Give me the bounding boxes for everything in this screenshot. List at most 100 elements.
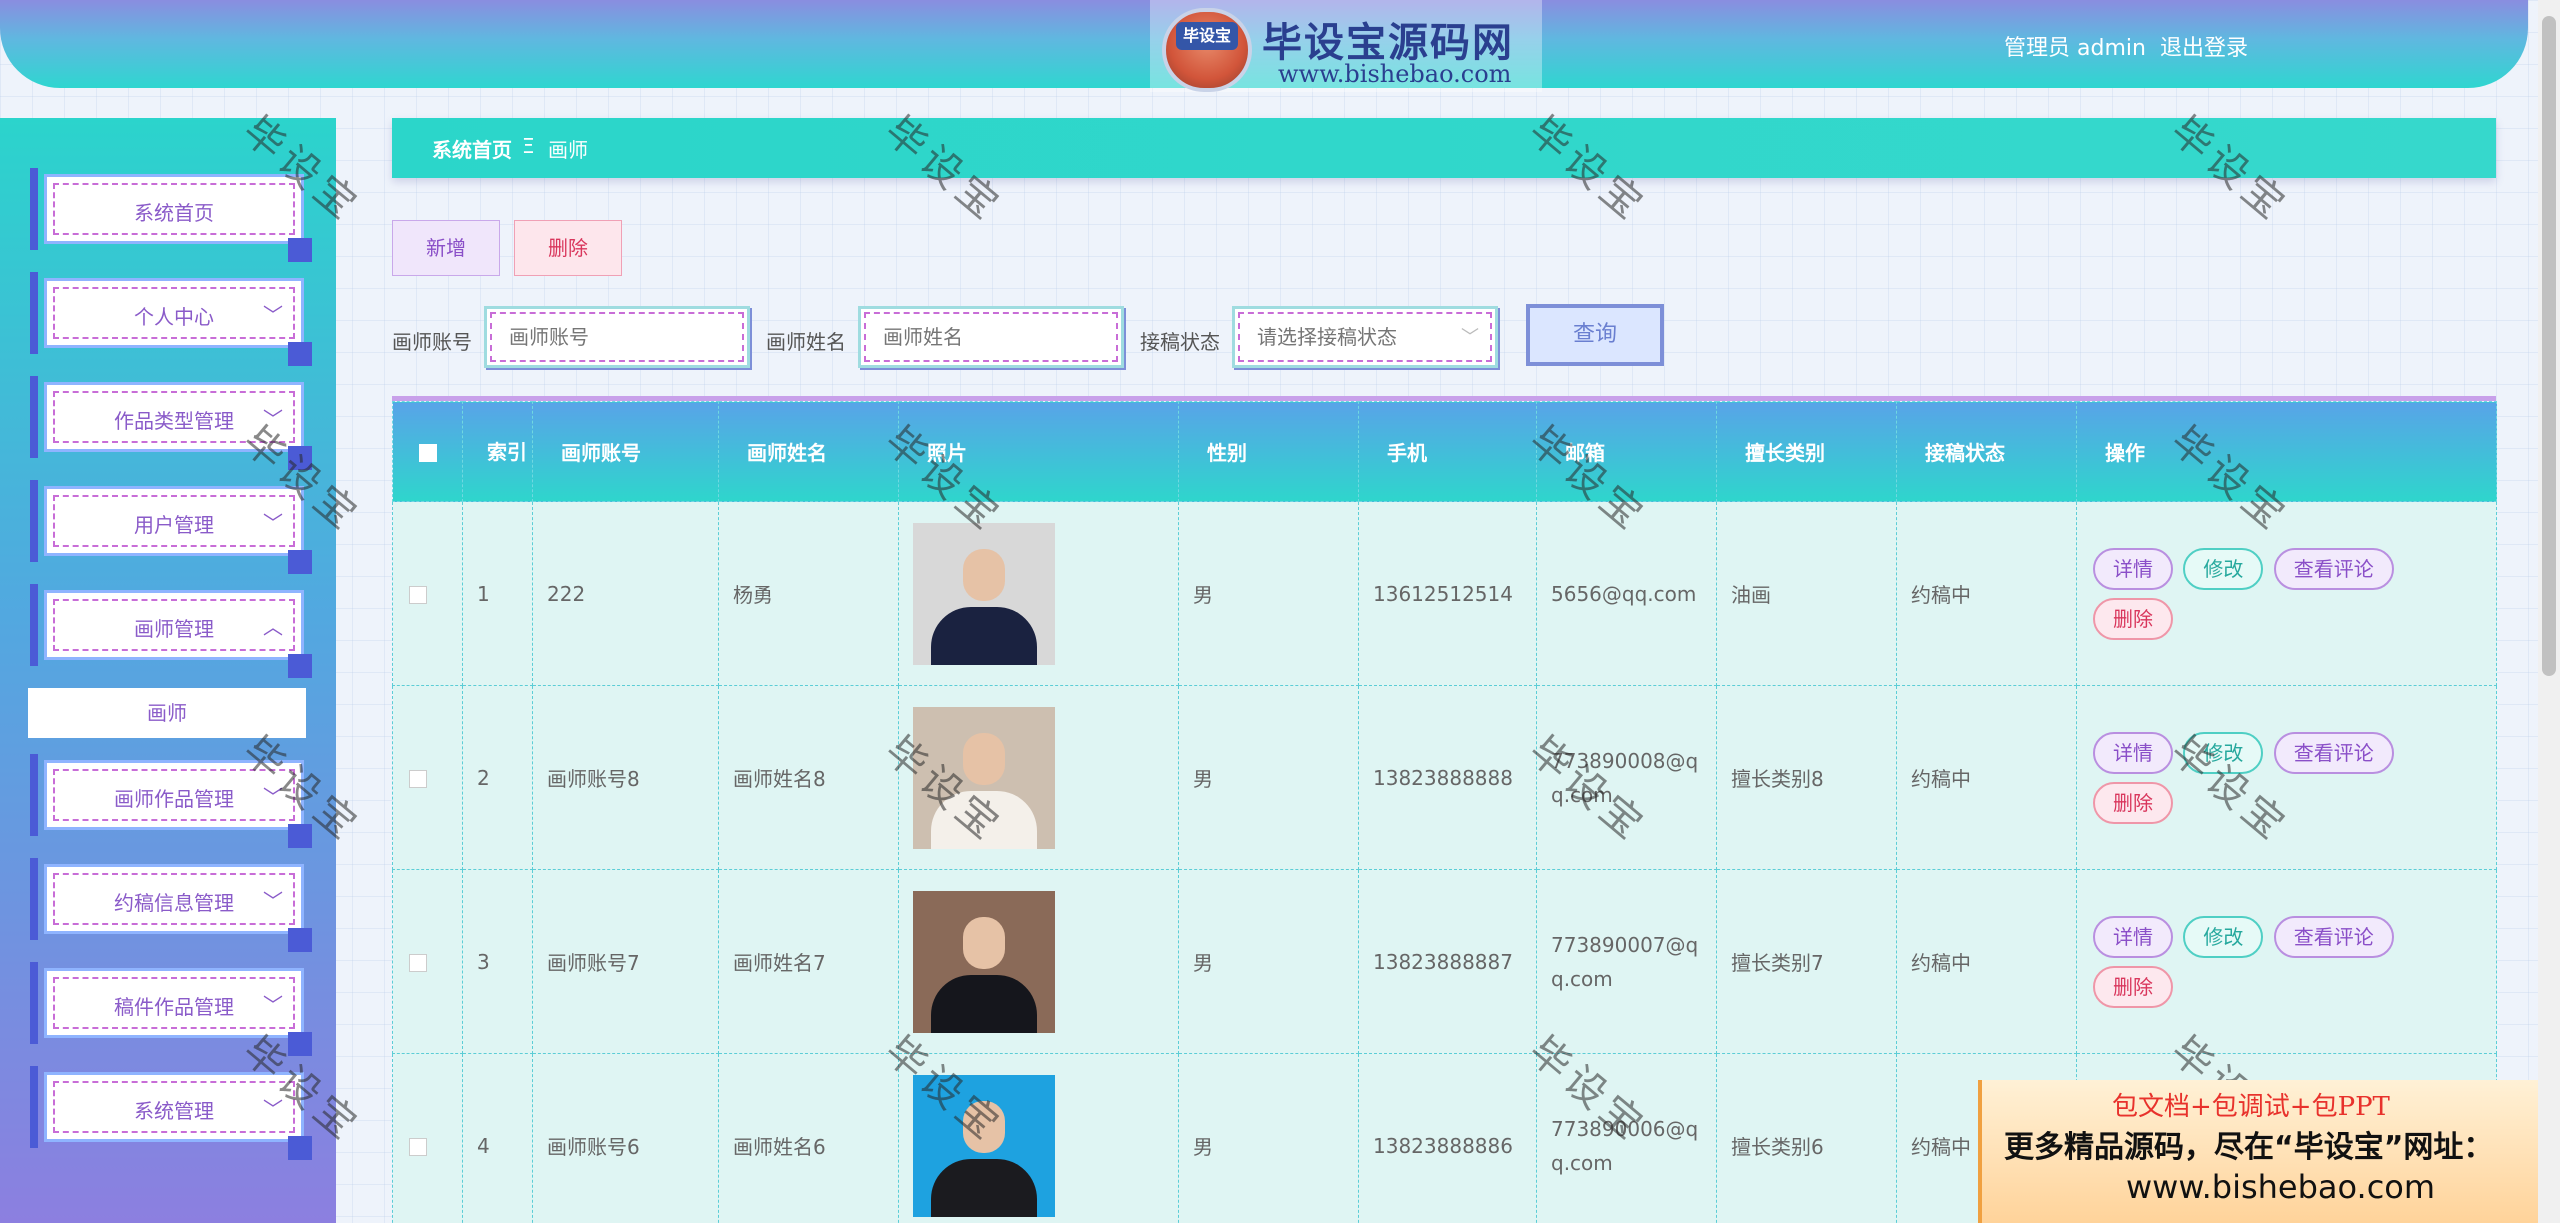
status-select[interactable]: ﹀: [1232, 306, 1498, 368]
cell-gender: 男: [1178, 501, 1359, 686]
cell-index: 2: [462, 685, 533, 870]
submenu-painter[interactable]: 画师: [28, 688, 306, 738]
chevron-down-icon: ﹀: [263, 303, 283, 327]
col-actions: 操作: [2076, 401, 2497, 502]
chevron-up-icon: ︿: [263, 615, 283, 639]
cell-gender: 男: [1178, 1053, 1359, 1223]
sidebar-item-personal-center[interactable]: 个人中心 ﹀: [30, 272, 312, 366]
painter-photo: [913, 890, 1055, 1033]
cell-actions: 详情 修改 查看评论 删除: [2076, 685, 2497, 870]
detail-button[interactable]: 详情: [2093, 915, 2173, 958]
cell-email: 5656@qq.com: [1536, 501, 1717, 686]
cell-name: 画师姓名8: [718, 685, 899, 870]
detail-button[interactable]: 详情: [2093, 731, 2173, 774]
chevron-down-icon: ﹀: [263, 785, 283, 809]
delete-button[interactable]: 删除: [514, 220, 622, 276]
account-search-input[interactable]: [509, 323, 719, 351]
chevron-down-icon: ﹀: [263, 511, 283, 535]
sidebar-item-home[interactable]: 系统首页: [30, 168, 312, 262]
col-name: 画师姓名: [718, 401, 899, 502]
chevron-down-icon: ﹀: [1461, 327, 1479, 348]
cell-status: 约稿中: [1896, 501, 2077, 686]
add-button[interactable]: 新增: [392, 220, 500, 276]
chevron-down-icon: ﹀: [263, 1097, 283, 1121]
sidebar-item-system[interactable]: 系统管理 ﹀: [30, 1066, 312, 1160]
query-button[interactable]: 查询: [1526, 304, 1664, 366]
table-row: 3 画师账号7 画师姓名7 男 13823888887 773890007@qq…: [392, 869, 2497, 1054]
sidebar-item-manuscripts[interactable]: 稿件作品管理 ﹀: [30, 962, 312, 1056]
cell-name: 画师姓名7: [718, 869, 899, 1054]
sidebar-item-label: 系统首页: [134, 201, 214, 225]
col-photo: 照片: [898, 401, 1179, 502]
row-checkbox[interactable]: [409, 954, 427, 972]
painter-photo: [913, 1074, 1055, 1217]
row-checkbox[interactable]: [409, 586, 427, 604]
row-checkbox[interactable]: [409, 1138, 427, 1156]
select-all-header[interactable]: [392, 401, 463, 502]
cell-email: 773890008@qq.com: [1536, 685, 1717, 870]
status-label: 接稿状态: [1140, 330, 1220, 354]
view-reviews-button[interactable]: 查看评论: [2273, 731, 2394, 774]
cell-photo: [898, 1053, 1179, 1223]
row-delete-button[interactable]: 删除: [2093, 965, 2173, 1008]
account-label: 画师账号: [392, 330, 472, 354]
sidebar-item-users[interactable]: 用户管理 ﹀: [30, 480, 312, 574]
name-search-field[interactable]: [858, 306, 1124, 368]
status-select-input[interactable]: [1257, 323, 1467, 351]
cell-category: 油画: [1716, 501, 1897, 686]
cell-email: 773890006@qq.com: [1536, 1053, 1717, 1223]
cell-email: 773890007@qq.com: [1536, 869, 1717, 1054]
logo-badge-text: 毕设宝: [1176, 22, 1238, 50]
row-delete-button[interactable]: 删除: [2093, 597, 2173, 640]
breadcrumb-current: 画师: [548, 138, 588, 162]
account-search-field[interactable]: [484, 306, 750, 368]
col-index: 索引: [462, 401, 533, 502]
table-header-row: 索引 画师账号 画师姓名 照片 性别 手机 邮箱 擅长类别 接稿状态 操作: [392, 401, 2497, 502]
cell-gender: 男: [1178, 685, 1359, 870]
cell-category: 擅长类别8: [1716, 685, 1897, 870]
row-delete-button[interactable]: 删除: [2093, 781, 2173, 824]
cell-status: 约稿中: [1896, 685, 2077, 870]
sidebar-item-commissions[interactable]: 约稿信息管理 ﹀: [30, 858, 312, 952]
breadcrumb-separator: Ξ: [522, 134, 535, 158]
ad-line-1: 包文档+包调试+包PPT: [2112, 1092, 2390, 1122]
painter-photo: [913, 522, 1055, 665]
cell-actions: 详情 修改 查看评论 删除: [2076, 501, 2497, 686]
cell-phone: 13612512514: [1358, 501, 1537, 686]
breadcrumb: 系统首页 Ξ 画师: [392, 118, 2496, 178]
select-all-checkbox[interactable]: [419, 444, 437, 462]
sidebar-item-painters[interactable]: 画师管理 ︿: [30, 584, 312, 678]
sidebar-item-painter-works[interactable]: 画师作品管理 ﹀: [30, 754, 312, 848]
painter-photo: [913, 706, 1055, 849]
view-reviews-button[interactable]: 查看评论: [2273, 915, 2394, 958]
detail-button[interactable]: 详情: [2093, 547, 2173, 590]
col-gender: 性别: [1178, 401, 1359, 502]
chevron-down-icon: ﹀: [263, 889, 283, 913]
breadcrumb-home[interactable]: 系统首页: [432, 134, 512, 163]
cell-photo: [898, 869, 1179, 1054]
row-checkbox[interactable]: [409, 770, 427, 788]
edit-button[interactable]: 修改: [2183, 547, 2264, 590]
col-category: 擅长类别: [1716, 401, 1897, 502]
col-email: 邮箱: [1536, 401, 1717, 502]
edit-button[interactable]: 修改: [2183, 915, 2264, 958]
logout-link[interactable]: 退出登录: [2160, 30, 2248, 62]
chevron-down-icon: ﹀: [263, 993, 283, 1017]
cell-index: 4: [462, 1053, 533, 1223]
table-row: 2 画师账号8 画师姓名8 男 13823888888 773890008@qq…: [392, 685, 2497, 870]
cell-category: 擅长类别6: [1716, 1053, 1897, 1223]
sidebar-item-work-type[interactable]: 作品类型管理 ﹀: [30, 376, 312, 470]
cell-name: 杨勇: [718, 501, 899, 686]
logo-badge-icon: 毕设宝: [1162, 8, 1252, 92]
ad-banner[interactable]: 包文档+包调试+包PPT 更多精品源码，尽在“毕设宝”网址： www.bishe…: [1978, 1080, 2560, 1223]
edit-button[interactable]: 修改: [2183, 731, 2264, 774]
name-search-input[interactable]: [883, 323, 1093, 351]
cell-account: 画师账号7: [532, 869, 719, 1054]
scrollbar-thumb[interactable]: [2542, 16, 2556, 676]
cell-index: 1: [462, 501, 533, 686]
cell-phone: 13823888888: [1358, 685, 1537, 870]
cell-account: 画师账号6: [532, 1053, 719, 1223]
cell-photo: [898, 501, 1179, 686]
view-reviews-button[interactable]: 查看评论: [2273, 547, 2394, 590]
col-status: 接稿状态: [1896, 401, 2077, 502]
